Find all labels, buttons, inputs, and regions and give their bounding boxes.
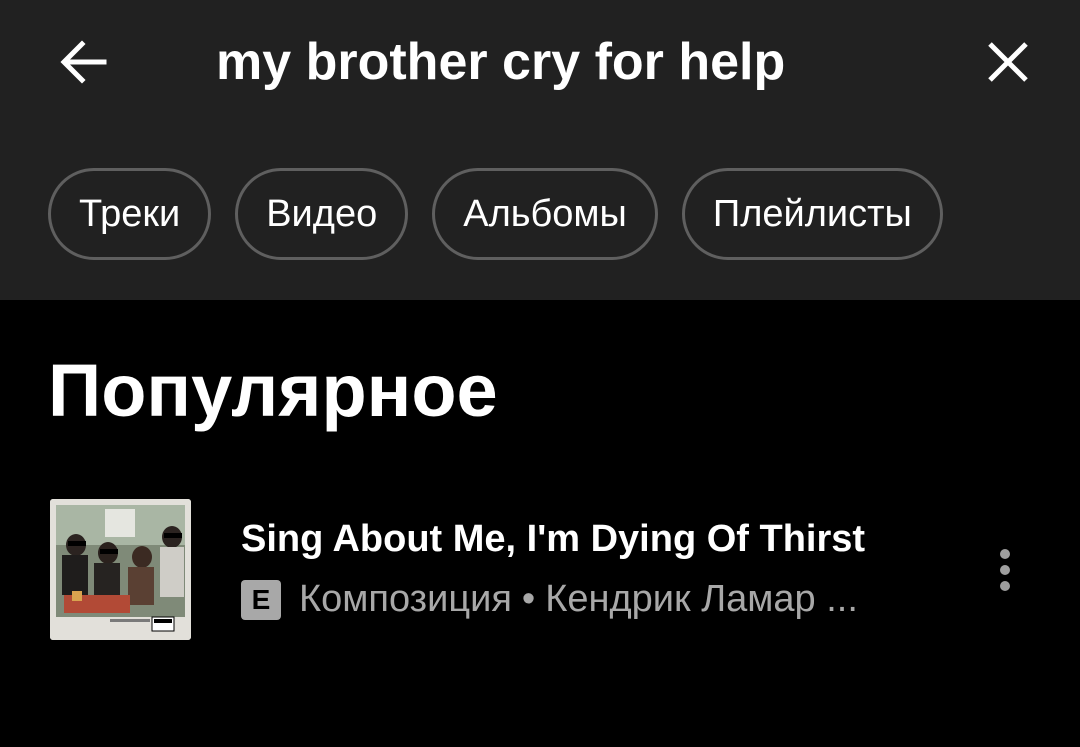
- filter-chip-videos[interactable]: Видео: [235, 168, 409, 260]
- track-artist: Кендрик Ламар ...: [545, 578, 858, 620]
- section-title: Популярное: [48, 349, 498, 432]
- more-options-button[interactable]: [980, 540, 1030, 600]
- more-vertical-icon-dot: [1000, 549, 1010, 559]
- filter-chip-playlists[interactable]: Плейлисты: [681, 168, 943, 260]
- arrow-left-icon: [60, 40, 107, 84]
- track-meta: E Композиция • Кендрик Ламар ...: [241, 578, 858, 621]
- search-query[interactable]: my brother cry for help: [216, 26, 785, 98]
- track-title: Sing About Me, I'm Dying Of Thirst: [241, 518, 866, 560]
- close-icon: [988, 42, 1028, 82]
- meta-separator: •: [521, 578, 536, 620]
- clear-search-button[interactable]: [976, 30, 1040, 94]
- track-type: Композиция: [299, 578, 512, 620]
- more-vertical-icon-dot: [1000, 565, 1010, 575]
- filter-chips: Треки Видео Альбомы Плейлисты: [48, 168, 943, 260]
- explicit-badge: E: [241, 579, 281, 620]
- search-header: my brother cry for help Треки Видео Альб…: [0, 0, 1080, 300]
- filter-chip-albums[interactable]: Альбомы: [432, 168, 658, 260]
- album-art: [50, 499, 191, 640]
- more-vertical-icon-dot: [1000, 581, 1010, 591]
- filter-chip-tracks[interactable]: Треки: [48, 168, 212, 260]
- list-item[interactable]: Sing About Me, I'm Dying Of Thirst E Ком…: [0, 490, 1080, 650]
- album-cover-image: [50, 499, 191, 640]
- back-button[interactable]: [52, 30, 116, 94]
